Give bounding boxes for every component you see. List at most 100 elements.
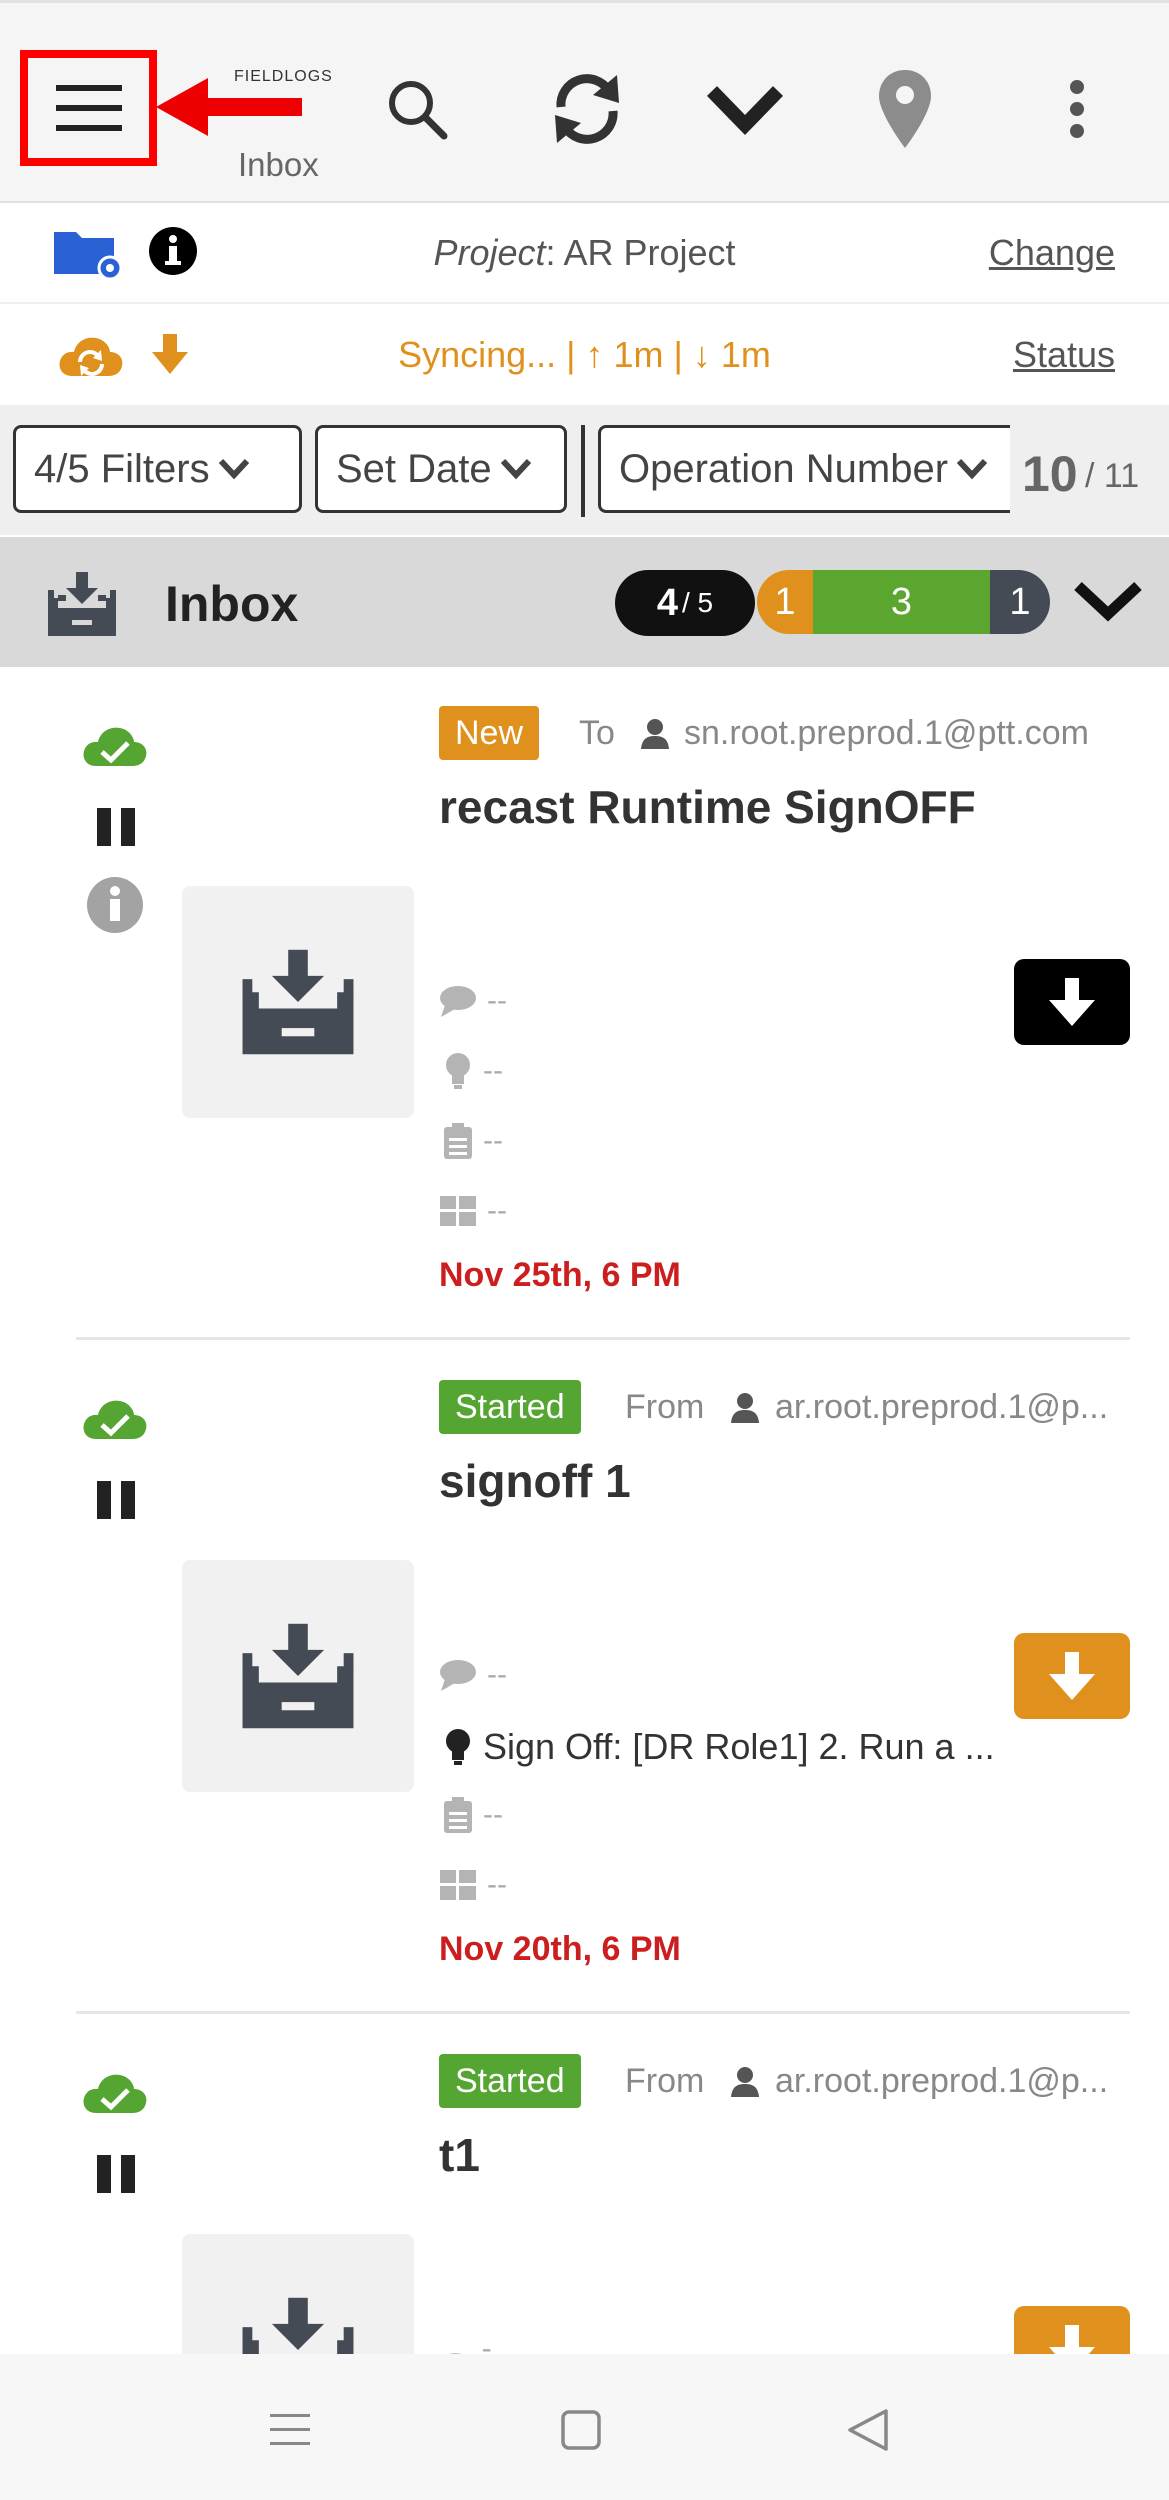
status-badge: New	[439, 706, 540, 760]
status-badge: Started	[439, 1380, 581, 1434]
item-date: Nov 20th, 6 PM	[439, 1930, 681, 1968]
item-title[interactable]: recast Runtime SignOFF	[439, 780, 976, 834]
comment-line: --	[439, 1658, 507, 1692]
comment-text: --	[487, 1658, 507, 1691]
status-badge: Started	[439, 2054, 581, 2108]
inbox-icon	[242, 949, 354, 1055]
cloud-check-icon	[83, 1400, 147, 1439]
status-count-bar: 1 3 1	[757, 570, 1050, 634]
comment-line-clip: --	[439, 2332, 499, 2354]
more-options-button[interactable]	[1032, 64, 1122, 154]
item-title[interactable]: t1	[439, 2128, 480, 2182]
download-arrow-icon	[1049, 1652, 1095, 1700]
task-text: --	[483, 1798, 503, 1831]
item-thumbnail[interactable]	[182, 886, 414, 1118]
comment-icon	[440, 986, 476, 1017]
download-button[interactable]	[1014, 1633, 1130, 1719]
result-count: 10	[1022, 446, 1078, 502]
list-item[interactable]	[0, 1340, 1169, 2010]
inbox-collapse-button[interactable]	[1068, 568, 1148, 634]
page-total: / 5	[682, 587, 714, 618]
filters-label: 4/5 Filters	[34, 446, 210, 491]
recent-apps-button[interactable]	[250, 2390, 330, 2470]
back-triangle-icon	[848, 2409, 888, 2451]
result-total: / 11	[1085, 457, 1140, 495]
idea-text: --	[483, 1054, 503, 1087]
item-title[interactable]: signoff 1	[439, 1454, 631, 1508]
clipboard-icon	[444, 1123, 472, 1159]
set-date-label: Set Date	[336, 446, 492, 491]
idea-line: --	[443, 1052, 503, 1090]
cloud-check-icon	[83, 2074, 147, 2113]
chevron-down-icon	[500, 458, 531, 480]
download-button-clip	[1014, 2306, 1130, 2354]
status-link[interactable]: Status	[1013, 334, 1115, 376]
home-button[interactable]	[541, 2390, 621, 2470]
more-vertical-icon	[1070, 80, 1084, 138]
item-thumbnail[interactable]	[182, 1560, 414, 1792]
direction-label: To	[579, 714, 615, 752]
lightbulb-icon	[446, 1053, 470, 1089]
user-email: ar.root.preprod.1@p...	[775, 2062, 1109, 2100]
pause-icon[interactable]	[95, 806, 137, 848]
brand-logo: FIELDLOGS	[234, 68, 333, 85]
idea-line: Sign Off: [DR Role1] 2. Run a ...	[443, 1726, 995, 1768]
list-item[interactable]	[0, 667, 1169, 1337]
inbox-icon	[242, 1623, 354, 1729]
download-button[interactable]	[1014, 959, 1130, 1045]
sort-dropdown[interactable]: Operation Number	[598, 425, 1010, 513]
grid-icon	[440, 1870, 476, 1900]
collapse-button[interactable]	[700, 64, 790, 154]
item-date: Nov 25th, 6 PM	[439, 1256, 681, 1294]
sync-button[interactable]	[542, 64, 632, 154]
item-thumbnail-clip	[182, 2234, 414, 2354]
user-email: sn.root.preprod.1@ptt.com	[684, 714, 1089, 752]
direction-label: From	[625, 2062, 705, 2100]
change-project-link[interactable]: Change	[989, 232, 1115, 274]
idea-text: Sign Off: [DR Role1] 2. Run a ...	[483, 1726, 995, 1767]
comment-line: --	[439, 2332, 499, 2354]
download-arrow-icon	[1049, 978, 1095, 1026]
home-square-icon	[561, 2410, 601, 2450]
comment-line: --	[439, 984, 507, 1018]
user-icon	[641, 719, 669, 749]
comment-text: --	[481, 2332, 492, 2354]
set-date-dropdown[interactable]: Set Date	[315, 425, 567, 513]
chevron-down-icon	[706, 86, 784, 136]
menu-button[interactable]	[20, 50, 157, 166]
grid-line: --	[439, 1194, 507, 1228]
info-icon[interactable]	[85, 875, 145, 935]
comment-text: --	[487, 984, 507, 1017]
filters-dropdown[interactable]: 4/5 Filters	[13, 425, 302, 513]
recent-apps-icon	[270, 2414, 310, 2445]
cloud-check-icon	[83, 727, 147, 766]
pause-icon[interactable]	[95, 2153, 137, 2195]
project-name: : AR Project	[545, 232, 736, 273]
page-indicator: 4 / 5	[615, 570, 755, 636]
grid-text: --	[487, 1194, 507, 1227]
grid-line: --	[439, 1868, 507, 1902]
item-thumbnail[interactable]	[182, 2234, 414, 2354]
chevron-down-icon	[956, 458, 988, 480]
task-line: --	[443, 1796, 503, 1834]
download-arrow-icon	[1049, 2325, 1095, 2354]
project-label: Project	[433, 232, 546, 273]
hamburger-menu-icon	[55, 85, 122, 131]
map-pin-icon	[879, 70, 931, 148]
location-button[interactable]	[860, 64, 950, 154]
search-button[interactable]	[372, 64, 462, 154]
sort-label: Operation Number	[619, 446, 949, 491]
grid-icon	[440, 1196, 476, 1226]
refresh-icon	[555, 74, 619, 144]
status-count-started: 3	[813, 570, 990, 634]
user-icon	[731, 1393, 759, 1423]
page-current: 4	[656, 581, 678, 624]
comment-icon	[440, 1660, 476, 1691]
user-email: ar.root.preprod.1@p...	[775, 1388, 1109, 1426]
back-button[interactable]	[828, 2390, 908, 2470]
download-button[interactable]	[1014, 2306, 1130, 2354]
task-line: --	[443, 1122, 503, 1160]
inbox-icon	[242, 2297, 354, 2354]
pause-icon[interactable]	[95, 1479, 137, 1521]
direction-label: From	[625, 1388, 705, 1426]
